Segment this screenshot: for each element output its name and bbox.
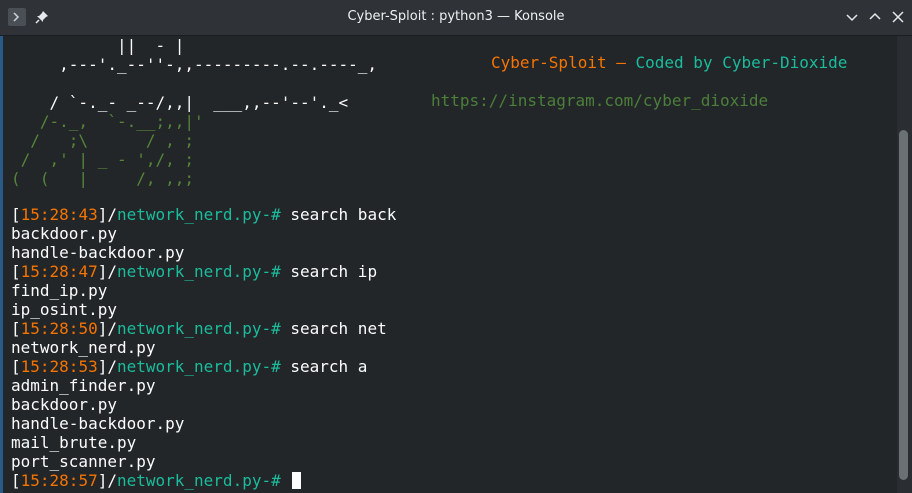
- banner-art-line: / `-._- _--/,,| ___,,--'--'._<: [11, 93, 349, 112]
- prompt-suffix: -#: [261, 205, 291, 224]
- result-line: admin_finder.py: [11, 376, 156, 395]
- banner-tagline: Cyber-Sploit – Coded by Cyber-Dioxide: [491, 53, 847, 72]
- title-bar: Cyber-Sploit : python3 — Konsole: [0, 0, 912, 36]
- prompt-suffix: -#: [261, 471, 291, 490]
- prompt-line: [15:28:50]/network_nerd.py-# search net: [11, 319, 387, 338]
- result-line: mail_brute.py: [11, 433, 137, 452]
- prompt-path: network_nerd.py: [116, 205, 262, 224]
- result-line: network_nerd.py: [11, 338, 156, 357]
- result-line: handle-backdoor.py: [11, 414, 185, 433]
- prompt-command: search back: [290, 205, 397, 224]
- prompt-time: 15:28:53: [20, 357, 98, 376]
- prompt-line: [15:28:47]/network_nerd.py-# search ip: [11, 262, 378, 281]
- banner-art-line: ,---'._--''-,,---------.--.----_,: [11, 55, 378, 74]
- prompt-path: network_nerd.py: [116, 357, 262, 376]
- result-line: handle-backdoor.py: [11, 243, 185, 262]
- prompt-time: 15:28:43: [20, 205, 98, 224]
- prompt-command: search ip: [290, 262, 378, 281]
- prompt-suffix: -#: [261, 357, 291, 376]
- active-prompt-line[interactable]: [15:28:57]/network_nerd.py-#: [11, 471, 302, 490]
- prompt-line: [15:28:43]/network_nerd.py-# search back: [11, 205, 397, 224]
- tagline-credit: Coded by Cyber-Dioxide: [635, 53, 848, 72]
- scrollbar-thumb[interactable]: [899, 130, 908, 480]
- banner-url[interactable]: https://instagram.com/cyber_dioxide: [431, 91, 768, 110]
- text-cursor: [292, 472, 302, 489]
- minimize-icon[interactable]: [845, 10, 859, 24]
- window-title: Cyber-Sploit : python3 — Konsole: [347, 9, 565, 24]
- prompt-path: network_nerd.py: [116, 319, 262, 338]
- result-line: ip_osint.py: [11, 300, 117, 319]
- prompt-suffix: -#: [261, 262, 291, 281]
- prompt-time: 15:28:47: [20, 262, 98, 281]
- banner-art-line: /-._, `-.__;,,|': [11, 112, 204, 131]
- maximize-icon[interactable]: [868, 10, 882, 24]
- prompt-time: 15:28:50: [20, 319, 98, 338]
- tagline-name: Cyber-Sploit: [491, 53, 607, 72]
- terminal-output[interactable]: || - | ,---'._--''-,,---------.--.----_,…: [0, 36, 897, 493]
- prompt-path: network_nerd.py: [116, 262, 262, 281]
- banner-art-line: ( ( | /, ,,;: [11, 169, 195, 188]
- prompt-path: network_nerd.py: [116, 471, 262, 490]
- banner-art-line: / ,' | _ - ',/, ;: [11, 150, 195, 169]
- banner-art-line: / ;\ / , ;: [11, 131, 195, 150]
- prompt-line: [15:28:53]/network_nerd.py-# search a: [11, 357, 368, 376]
- result-line: backdoor.py: [11, 395, 117, 414]
- result-line: port_scanner.py: [11, 452, 156, 471]
- close-icon[interactable]: [891, 10, 905, 24]
- result-line: backdoor.py: [11, 224, 117, 243]
- prompt-suffix: -#: [261, 319, 291, 338]
- tagline-dash: –: [606, 53, 636, 72]
- banner-art-line: || - |: [11, 36, 185, 55]
- prompt-time: 15:28:57: [20, 471, 98, 490]
- prompt-command: search net: [290, 319, 387, 338]
- prompt-command: search a: [290, 357, 368, 376]
- result-line: find_ip.py: [11, 281, 108, 300]
